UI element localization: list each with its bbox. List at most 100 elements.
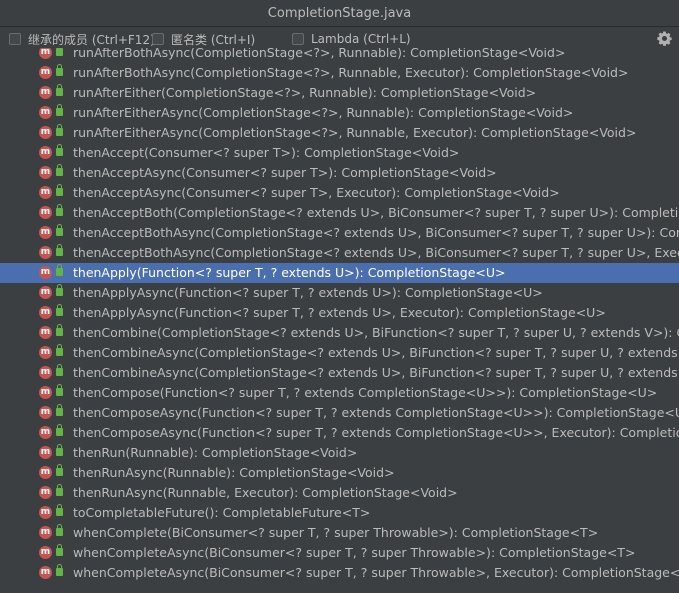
public-lock-icon	[56, 244, 63, 256]
public-lock-icon	[56, 184, 63, 196]
public-lock-icon	[56, 504, 63, 516]
member-row[interactable]: m thenAcceptBoth(CompletionStage<? extend…	[0, 203, 679, 223]
member-row[interactable]: m whenComplete(BiConsumer<? super T, ? su…	[0, 523, 679, 543]
member-signature: whenCompleteAsync(BiConsumer<? super T, …	[73, 565, 679, 580]
member-row[interactable]: m whenCompleteAsync(BiConsumer<? super T,…	[0, 543, 679, 563]
public-lock-icon	[56, 304, 63, 316]
public-lock-icon	[56, 484, 63, 496]
member-row[interactable]: m thenRun(Runnable): CompletionStage<Void…	[0, 443, 679, 463]
public-lock-icon	[56, 364, 63, 376]
member-signature: thenComposeAsync(Function<? super T, ? e…	[73, 405, 679, 420]
method-icon: m	[39, 48, 52, 59]
member-signature: thenRun(Runnable): CompletionStage<Void>	[73, 445, 358, 460]
member-signature: runAfterEitherAsync(CompletionStage<?>, …	[73, 105, 574, 120]
method-icon: m	[39, 366, 52, 379]
member-signature: thenComposeAsync(Function<? super T, ? e…	[73, 425, 679, 440]
member-signature: thenCombineAsync(CompletionStage<? exten…	[73, 365, 679, 380]
member-row[interactable]: m thenAcceptAsync(Consumer<? super T>, Ex…	[0, 183, 679, 203]
member-row[interactable]: m thenApplyAsync(Function<? super T, ? ex…	[0, 303, 679, 323]
lambda-checkbox[interactable]: Lambda (Ctrl+L)	[292, 29, 411, 49]
member-row[interactable]: m thenCompose(Function<? super T, ? exten…	[0, 383, 679, 403]
member-row[interactable]: m thenApply(Function<? super T, ? extends…	[0, 263, 679, 283]
lambda-label: Lambda (Ctrl+L)	[311, 32, 411, 46]
method-icon: m	[39, 326, 52, 339]
method-icon: m	[39, 126, 52, 139]
method-icon: m	[39, 466, 52, 479]
public-lock-icon	[56, 464, 63, 476]
member-signature: thenCompose(Function<? super T, ? extend…	[73, 385, 658, 400]
anonymous-classes-checkbox[interactable]: 匿名类 (Ctrl+I)	[152, 29, 255, 49]
public-lock-icon	[56, 444, 63, 456]
method-icon: m	[39, 306, 52, 319]
member-signature: thenCombine(CompletionStage<? extends U>…	[73, 325, 679, 340]
member-row[interactable]: m runAfterEitherAsync(CompletionStage<?>,…	[0, 103, 679, 123]
public-lock-icon	[56, 564, 63, 576]
member-row[interactable]: m thenComposeAsync(Function<? super T, ? …	[0, 403, 679, 423]
public-lock-icon	[56, 64, 63, 76]
method-icon: m	[39, 386, 52, 399]
inherited-members-checkbox[interactable]: 继承的成员 (Ctrl+F12)	[9, 29, 155, 49]
member-signature: thenAccept(Consumer<? super T>): Complet…	[73, 145, 460, 160]
member-signature: thenApply(Function<? super T, ? extends …	[73, 265, 506, 280]
member-row[interactable]: m toCompletableFuture(): CompletableFutur…	[0, 503, 679, 523]
checkbox-box[interactable]	[292, 33, 304, 45]
gear-icon[interactable]	[656, 31, 672, 47]
method-icon: m	[39, 566, 52, 579]
method-icon: m	[39, 226, 52, 239]
method-icon: m	[39, 486, 52, 499]
method-icon: m	[39, 446, 52, 459]
method-icon: m	[39, 526, 52, 539]
method-icon: m	[39, 546, 52, 559]
member-row[interactable]: m thenAcceptBothAsync(CompletionStage<? e…	[0, 223, 679, 243]
member-signature: thenAcceptAsync(Consumer<? super T>): Co…	[73, 165, 497, 180]
window-title: CompletionStage.java	[267, 5, 412, 21]
member-list[interactable]: m runAfterBothAsync(CompletionStage<?>, R…	[0, 48, 679, 593]
member-signature: whenComplete(BiConsumer<? super T, ? sup…	[73, 525, 599, 540]
member-row[interactable]: m thenCombineAsync(CompletionStage<? exte…	[0, 363, 679, 383]
member-row[interactable]: m thenCombine(CompletionStage<? extends U…	[0, 323, 679, 343]
member-signature: thenAcceptBothAsync(CompletionStage<? ex…	[73, 245, 679, 260]
public-lock-icon	[56, 284, 63, 296]
checkbox-box[interactable]	[9, 33, 21, 45]
method-icon: m	[39, 286, 52, 299]
public-lock-icon	[56, 424, 63, 436]
member-signature: thenAcceptBothAsync(CompletionStage<? ex…	[73, 225, 679, 240]
member-signature: runAfterEither(CompletionStage<?>, Runna…	[73, 85, 537, 100]
method-icon: m	[39, 106, 52, 119]
method-icon: m	[39, 146, 52, 159]
member-row[interactable]: m thenComposeAsync(Function<? super T, ? …	[0, 423, 679, 443]
public-lock-icon	[56, 404, 63, 416]
public-lock-icon	[56, 384, 63, 396]
member-signature: thenRunAsync(Runnable): CompletionStage<…	[73, 465, 395, 480]
member-row[interactable]: m thenCombineAsync(CompletionStage<? exte…	[0, 343, 679, 363]
method-icon: m	[39, 86, 52, 99]
member-row[interactable]: m whenCompleteAsync(BiConsumer<? super T,…	[0, 563, 679, 583]
public-lock-icon	[56, 164, 63, 176]
member-row[interactable]: m runAfterEitherAsync(CompletionStage<?>,…	[0, 123, 679, 143]
member-row[interactable]: m thenRunAsync(Runnable): CompletionStage…	[0, 463, 679, 483]
method-icon: m	[39, 266, 52, 279]
public-lock-icon	[56, 224, 63, 236]
member-row[interactable]: m runAfterBothAsync(CompletionStage<?>, R…	[0, 63, 679, 83]
member-signature: whenCompleteAsync(BiConsumer<? super T, …	[73, 545, 636, 560]
member-signature: thenApplyAsync(Function<? super T, ? ext…	[73, 285, 543, 300]
public-lock-icon	[56, 84, 63, 96]
member-row[interactable]: m runAfterEither(CompletionStage<?>, Runn…	[0, 83, 679, 103]
method-icon: m	[39, 506, 52, 519]
member-signature: runAfterBothAsync(CompletionStage<?>, Ru…	[73, 65, 629, 80]
member-signature: runAfterEitherAsync(CompletionStage<?>, …	[73, 125, 637, 140]
inherited-members-label: 继承的成员 (Ctrl+F12)	[28, 32, 155, 47]
member-signature: thenRunAsync(Runnable, Executor): Comple…	[73, 485, 458, 500]
window-title-bar: CompletionStage.java	[0, 0, 679, 27]
member-row[interactable]: m thenRunAsync(Runnable, Executor): Compl…	[0, 483, 679, 503]
method-icon: m	[39, 166, 52, 179]
member-row[interactable]: m thenApplyAsync(Function<? super T, ? ex…	[0, 283, 679, 303]
checkbox-box[interactable]	[152, 33, 164, 45]
member-row[interactable]: m thenAcceptAsync(Consumer<? super T>): C…	[0, 163, 679, 183]
member-row[interactable]: m thenAcceptBothAsync(CompletionStage<? e…	[0, 243, 679, 263]
public-lock-icon	[56, 344, 63, 356]
member-row[interactable]: m thenAccept(Consumer<? super T>): Comple…	[0, 143, 679, 163]
method-icon: m	[39, 426, 52, 439]
member-row[interactable]: m runAfterBothAsync(CompletionStage<?>, R…	[0, 48, 679, 63]
anonymous-classes-label: 匿名类 (Ctrl+I)	[171, 32, 256, 47]
